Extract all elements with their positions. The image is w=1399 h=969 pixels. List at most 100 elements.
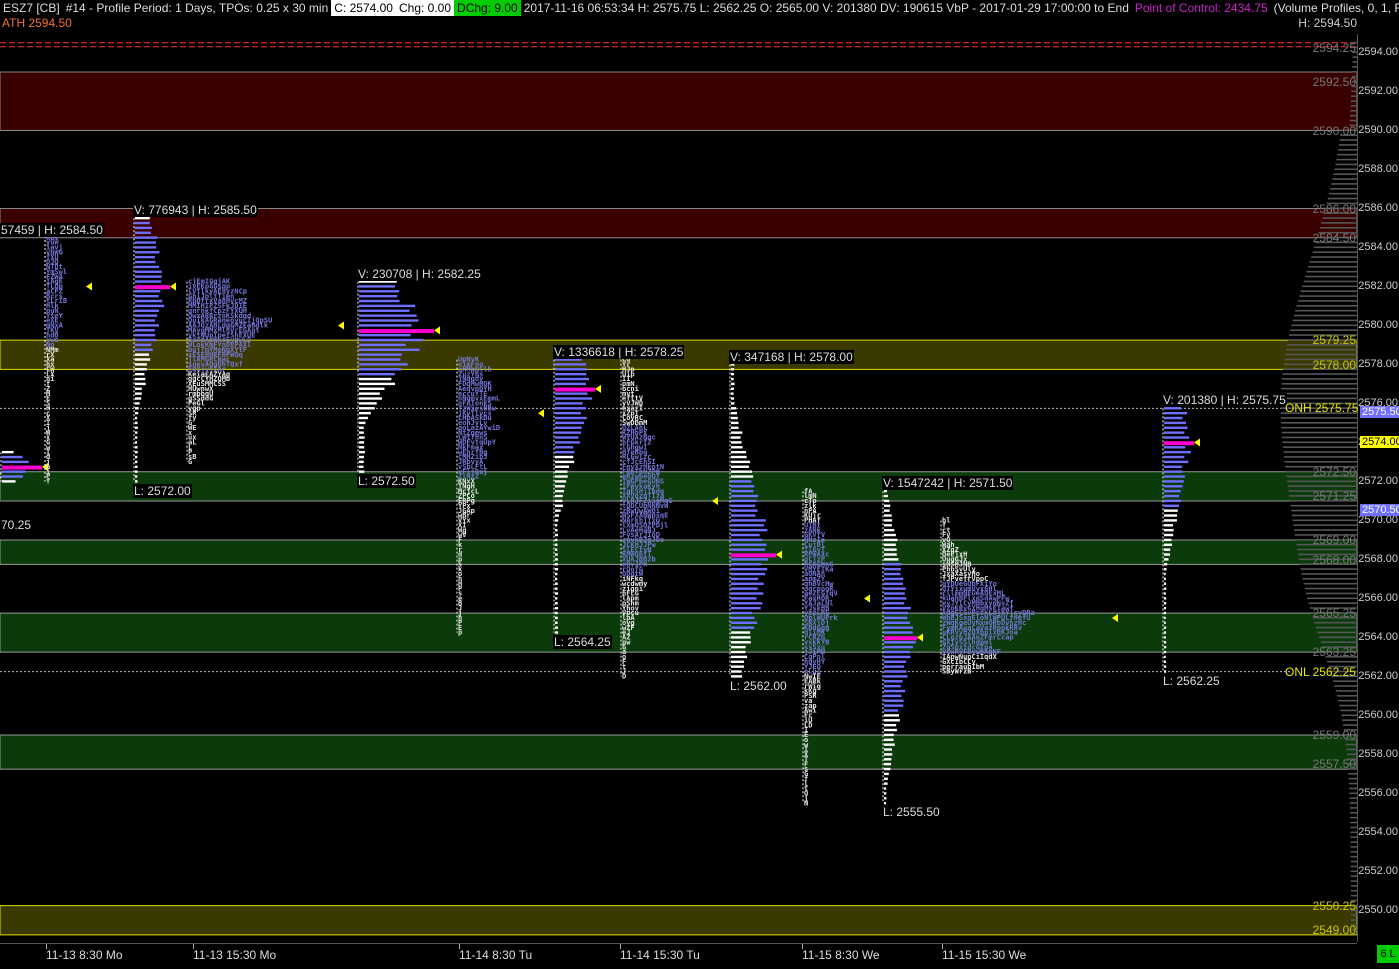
volume-profile-bar [731, 572, 766, 576]
volume-profile-bar [1164, 450, 1191, 454]
volume-profile-bar [731, 602, 763, 605]
volume-profile-bar [135, 407, 139, 410]
volume-profile-bar [1164, 553, 1171, 556]
volume-profile-bar [555, 377, 589, 381]
volume-profile-bar [555, 441, 580, 444]
volume-profile-bar [884, 553, 897, 556]
time-axis[interactable]: 11-13 8:30 Mo 11-13 15:30 Mo 11-14 8:30 Tu… [0, 943, 1357, 969]
volume-profile-bar [884, 728, 897, 732]
volume-profile-bar [359, 290, 400, 293]
volume-profile-bar [731, 567, 768, 571]
price-axis[interactable]: 2594.00 2592.00 2590.00 2588.00 2586.00 2584.… [1357, 34, 1399, 942]
volume-profile-bar [731, 480, 752, 483]
price-tick-label: 2566.00 [1358, 591, 1398, 604]
volume-profile-bar [359, 324, 412, 327]
volume-profile-bar [135, 426, 138, 429]
profile-annotation: V: 1547242 | H: 2571.50 [882, 476, 1014, 491]
volume-profile-bar [2, 470, 26, 473]
price-tick-label: 2568.00 [1358, 552, 1398, 565]
zone-price-label: 2594.25 [1312, 40, 1356, 55]
volume-profile-bar [135, 436, 138, 439]
volume-profile-bar [555, 582, 558, 585]
volume-by-price-bar [1287, 480, 1357, 483]
volume-profile-bar [731, 407, 737, 410]
volume-by-price-bar [1343, 724, 1357, 726]
volume-by-price-bar [1290, 329, 1357, 331]
volume-profile-bar [731, 460, 751, 464]
poc-marker-icon [86, 282, 92, 291]
volume-profile-bar [135, 294, 159, 298]
time-tick-label: 11-13 15:30 Mo [193, 948, 277, 962]
volume-profile-bar [135, 270, 162, 273]
volume-profile-bar [1164, 494, 1180, 498]
volume-profile-bar [555, 499, 563, 503]
volume-profile-bar [731, 611, 753, 615]
volume-profile-bar [555, 572, 558, 576]
volume-profile-bar [359, 333, 411, 337]
volume-by-price-bar [1349, 797, 1357, 799]
volume-by-price-bar [1314, 621, 1357, 624]
volume-profile-bar [555, 553, 558, 556]
volume-profile-bar [1164, 641, 1167, 644]
volume-by-price-bar [1283, 456, 1357, 458]
volume-profile-bar [1164, 509, 1178, 512]
profile-annotation: L: 2562.00 [729, 678, 788, 693]
volume-profile-bar [731, 650, 746, 654]
volume-by-price-bar [1346, 753, 1357, 756]
volume-profile-bar [731, 377, 734, 381]
volume-by-price-bar [1349, 807, 1357, 809]
volume-profile-bar [884, 528, 895, 532]
volume-profile-bar [555, 455, 574, 459]
volume-profile-bar [1164, 407, 1181, 410]
volume-profile-bar [1164, 533, 1174, 537]
scale-button[interactable]: 6 L [1377, 945, 1399, 963]
volume-profile-bar [731, 636, 751, 639]
volume-profile-bar [731, 519, 766, 522]
volume-by-price-bar [1333, 173, 1357, 175]
volume-profile-bar [731, 421, 739, 425]
volume-profile-bar [359, 299, 400, 303]
volume-profile-bar [555, 519, 559, 522]
volume-profile-bar [135, 333, 156, 337]
price-tick-label: 2580.00 [1358, 318, 1398, 331]
volume-profile-bar [135, 455, 138, 459]
change-value: Chg: 0.00 [395, 0, 455, 16]
price-zone [0, 734, 1357, 770]
volume-profile-bar [884, 606, 911, 610]
price-tick-label: 2594.00 [1358, 45, 1398, 58]
profile-annotation: V: 230708 | H: 2582.25 [357, 266, 482, 281]
volume-profile-bar [135, 265, 160, 269]
volume-profile-bar [1164, 572, 1166, 576]
volume-profile-bar [555, 460, 575, 464]
volume-by-price-bar [1281, 387, 1357, 390]
volume-profile-bar [135, 343, 152, 347]
volume-profile-bar [135, 377, 146, 381]
profile-annotation: L: 2555.50 [882, 805, 941, 820]
volume-by-price-bar [1294, 529, 1357, 531]
profile-annotation: 70.25 [0, 517, 33, 532]
volume-profile-bar [555, 538, 558, 542]
volume-profile-bar [135, 392, 142, 395]
volume-profile-bar [731, 509, 758, 512]
volume-profile-bar [555, 509, 561, 512]
volume-by-price-bar [1303, 280, 1357, 283]
time-tick-label: 11-13 8:30 Mo [46, 948, 123, 962]
volume-profile-bar [2, 480, 16, 483]
volume-profile-bar [1164, 416, 1183, 420]
volume-profile-bar [731, 577, 759, 581]
profile-annotation: 57459 | H: 2584.50 [0, 222, 104, 237]
volume-profile-bar [731, 592, 764, 595]
volume-by-price-bar [1286, 348, 1357, 351]
volume-profile-bar [359, 382, 396, 386]
price-tick-label: 2590.00 [1358, 123, 1398, 136]
poc-bar [731, 553, 776, 558]
volume-profile-bar [555, 489, 564, 493]
volume-profile-bar [555, 587, 558, 590]
volume-profile-bar [359, 465, 364, 468]
volume-by-price-bar [1349, 119, 1357, 122]
zone-price-label: 2578.00 [1312, 357, 1356, 372]
volume-profile-bar [135, 348, 153, 351]
market-profile-chart[interactable]: fPiajdIwGxWjIXcHSEMZfniLXCWhxXarXNMmNoyw… [0, 0, 1357, 943]
volume-profile-bar [884, 719, 900, 722]
volume-by-price-bar [1332, 178, 1357, 180]
